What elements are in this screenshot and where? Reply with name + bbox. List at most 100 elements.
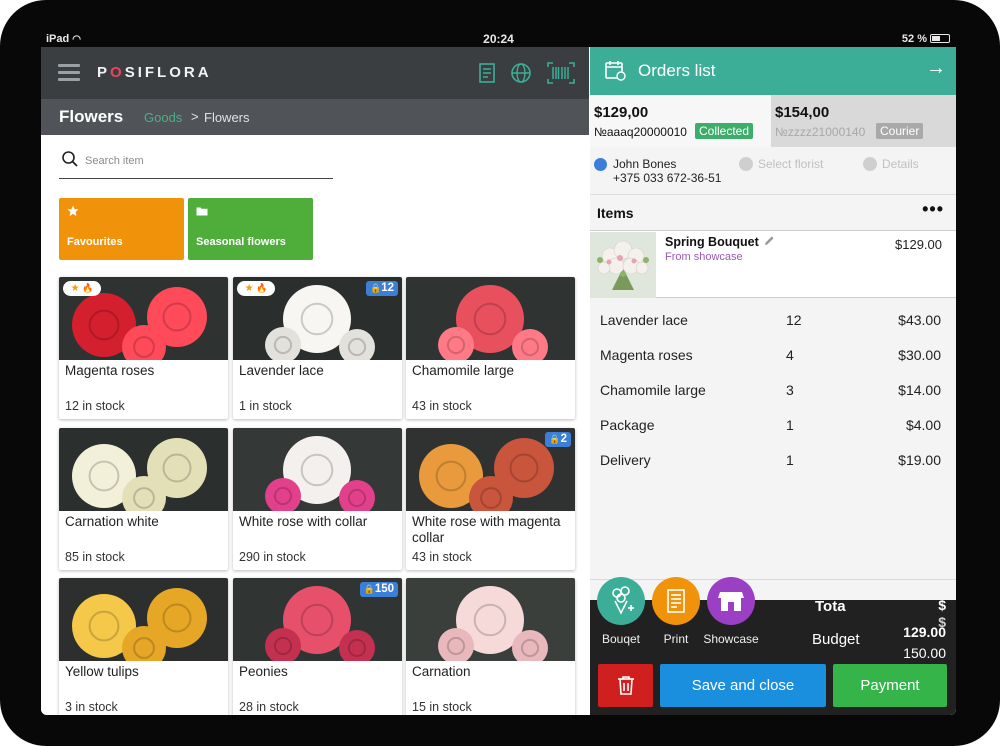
more-icon[interactable]: ••• <box>922 199 944 220</box>
order-line[interactable]: Lavender lace 12 $43.00 <box>590 303 956 338</box>
reserved-count: 2 <box>560 433 567 445</box>
bouquet-item[interactable]: Spring Bouquet From showcase $129.00 <box>590 230 956 298</box>
calendar-icon[interactable] <box>603 58 627 82</box>
lock-icon: 🔒 <box>549 434 561 444</box>
globe-icon[interactable] <box>509 61 533 85</box>
line-name: Lavender lace <box>600 312 688 328</box>
product-stock: 85 in stock <box>65 550 125 564</box>
save-and-close-button[interactable]: Save and close <box>660 664 826 707</box>
search-input[interactable] <box>85 151 325 171</box>
product-name: White rose with magenta collar <box>412 514 561 545</box>
barcode-icon[interactable] <box>546 61 576 85</box>
product-stock: 12 in stock <box>65 399 125 413</box>
product-card[interactable]: White rose with collar 290 in stock <box>233 428 402 570</box>
pencil-icon[interactable] <box>764 235 775 246</box>
product-name: Carnation <box>412 664 471 679</box>
delete-order-button[interactable] <box>598 664 653 707</box>
product-card[interactable]: Carnation white 85 in stock <box>59 428 228 570</box>
showcase-button[interactable] <box>707 577 755 625</box>
menu-icon[interactable] <box>58 64 80 82</box>
product-card[interactable]: 🔒2 White rose with magenta collar 43 in st… <box>406 428 575 570</box>
product-card[interactable]: Carnation 15 in stock <box>406 578 575 715</box>
budget-value-secondary: 150.00 <box>903 645 946 661</box>
total-label: Tota <box>815 598 846 615</box>
line-price: $30.00 <box>898 347 941 363</box>
category-favourites[interactable]: Favourites <box>59 198 184 260</box>
customer-name[interactable]: John Bones <box>613 157 676 171</box>
favourite-badge: ★ 🔥 <box>237 281 275 296</box>
product-card[interactable]: Chamomile large 43 in stock <box>406 277 575 419</box>
order-line[interactable]: Chamomile large 3 $14.00 <box>590 373 956 408</box>
customer-phone: +375 033 672-36-51 <box>613 171 722 185</box>
order-number: №aaaq20000010 <box>594 125 687 139</box>
order-line[interactable]: Package 1 $4.00 <box>590 408 956 443</box>
product-stock: 43 in stock <box>412 399 472 413</box>
trash-icon <box>617 676 634 695</box>
product-card[interactable]: 🔒150 Peonies 28 in stock <box>233 578 402 715</box>
order-price: $129,00 <box>594 104 649 121</box>
breadcrumb-flowers: Flowers <box>204 110 250 125</box>
line-qty: 1 <box>786 452 794 468</box>
bouquet-name: Spring Bouquet <box>665 235 759 249</box>
orders-header: Orders list → <box>590 47 956 95</box>
order-line[interactable]: Magenta roses 4 $30.00 <box>590 338 956 373</box>
product-name: Peonies <box>239 664 288 679</box>
line-name: Package <box>600 417 655 433</box>
print-button[interactable] <box>652 577 700 625</box>
favourite-badge: ★ 🔥 <box>63 281 101 296</box>
product-card[interactable]: ★ 🔥 Magenta roses 12 in stock <box>59 277 228 419</box>
star-icon: ★ <box>70 283 80 294</box>
logo: POSIFLORA <box>97 64 212 81</box>
items-title: Items <box>597 205 634 221</box>
fire-icon: 🔥 <box>253 283 268 293</box>
product-card[interactable]: Yellow tulips 3 in stock <box>59 578 228 715</box>
page-title: Flowers <box>59 107 124 126</box>
florist-icon <box>739 157 753 171</box>
reserved-badge: 🔒12 <box>365 281 398 296</box>
reserved-count: 12 <box>381 282 394 294</box>
bouquet-price: $129.00 <box>895 237 942 252</box>
bouquet-source: From showcase <box>665 251 743 263</box>
product-image <box>59 578 228 661</box>
product-stock: 3 in stock <box>65 700 118 714</box>
select-florist-button[interactable]: Select florist <box>758 157 823 171</box>
print-button-label: Print <box>663 632 689 646</box>
category-seasonal-flowers[interactable]: Seasonal flowers <box>188 198 313 260</box>
star-icon <box>67 205 79 216</box>
product-name: Carnation white <box>65 514 159 529</box>
orders-panel: Orders list → $129,00 №aaaq20000010 Coll… <box>590 47 956 715</box>
path-bar: Flowers Goods > Flowers <box>41 99 589 135</box>
order-line[interactable]: Delivery 1 $19.00 <box>590 443 956 478</box>
arrow-right-icon[interactable]: → <box>926 57 946 80</box>
orders-title: Orders list <box>638 61 716 80</box>
breadcrumb-goods[interactable]: Goods <box>144 110 182 125</box>
print-icon <box>667 589 685 613</box>
search-box <box>59 145 333 179</box>
line-qty: 1 <box>786 417 794 433</box>
showcase-icon <box>718 592 744 611</box>
status-badge: Collected <box>695 123 754 139</box>
order-tab-1[interactable]: $129,00 №aaaq20000010 Collected <box>590 95 771 147</box>
order-number: №zzzz21000140 <box>775 125 866 139</box>
details-button[interactable]: Details <box>882 157 919 171</box>
line-name: Chamomile large <box>600 382 706 398</box>
product-card[interactable]: ★ 🔥 🔒12 Lavender lace 1 in stock <box>233 277 402 419</box>
search-icon <box>62 151 78 167</box>
product-image <box>233 428 402 511</box>
receipt-icon[interactable] <box>475 61 499 85</box>
battery-icon <box>930 34 950 43</box>
bouquet-image <box>590 232 656 298</box>
lock-icon: 🔒 <box>369 283 382 293</box>
user-icon <box>594 158 607 171</box>
app-screen: POSIFLORA Flowers Goods > Flowers Search… <box>41 47 956 715</box>
payment-button[interactable]: Payment <box>833 664 947 707</box>
product-image <box>59 428 228 511</box>
order-tab-2[interactable]: $154,00 №zzzz21000140 Courier <box>771 95 956 147</box>
bouquet-icon <box>612 586 634 615</box>
order-tabs: $129,00 №aaaq20000010 Collected $154,00 … <box>590 95 956 147</box>
product-name: Magenta roses <box>65 363 155 378</box>
bouquet-button[interactable] <box>597 577 645 625</box>
budget-value: 129.00 <box>903 624 946 640</box>
total-value: $ <box>938 597 946 613</box>
reserved-badge: 🔒150 <box>359 582 398 597</box>
